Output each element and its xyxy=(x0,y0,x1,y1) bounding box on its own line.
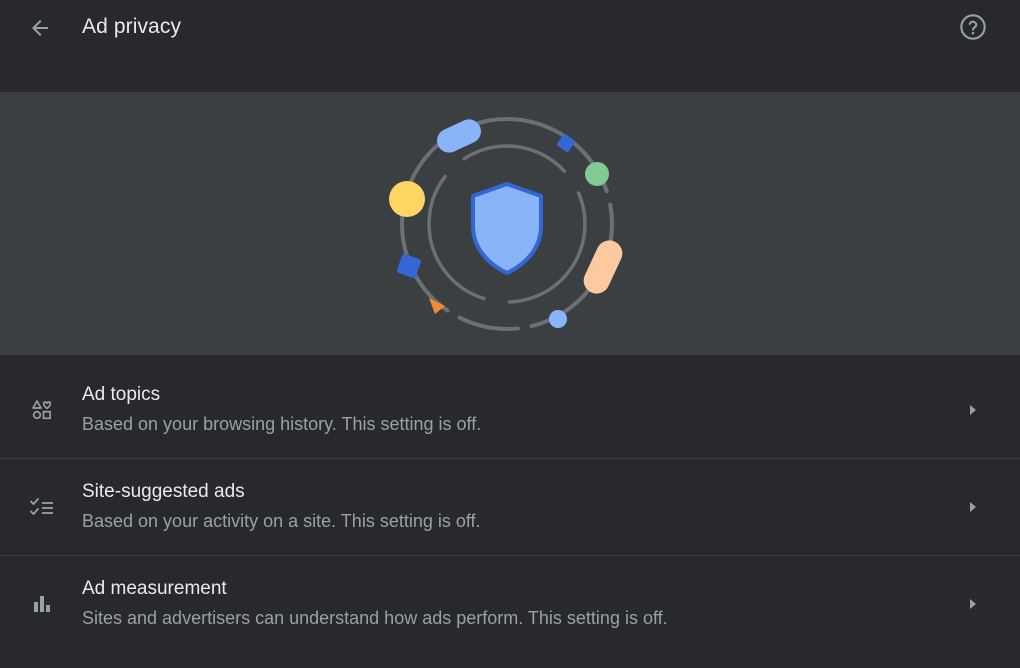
chevron-right-icon xyxy=(970,502,976,512)
blue-square-shape xyxy=(397,254,421,278)
shield-icon xyxy=(471,182,543,275)
ad-topics-icon xyxy=(32,400,52,420)
ad-privacy-settings-list: Ad topics Based on your browsing history… xyxy=(0,362,1020,652)
shield-orbit-illustration xyxy=(389,117,623,331)
ad-topics-title: Ad topics xyxy=(82,384,161,405)
help-button[interactable] xyxy=(954,8,992,46)
green-dot-shape xyxy=(585,162,609,186)
peach-pill-shape xyxy=(583,240,623,294)
blue-square-small-shape xyxy=(557,134,575,152)
back-button[interactable] xyxy=(22,10,58,46)
blue-dot-shape xyxy=(549,310,567,328)
ad-measurement-description: Sites and advertisers can understand how… xyxy=(82,608,668,628)
yellow-dot-shape xyxy=(389,181,425,217)
checklist-icon xyxy=(30,498,53,515)
chevron-right-icon xyxy=(970,599,976,609)
ad-measurement-row[interactable]: Ad measurement Sites and advertisers can… xyxy=(0,556,1020,652)
ad-topics-row[interactable]: Ad topics Based on your browsing history… xyxy=(0,362,1020,459)
site-suggested-ads-description: Based on your activity on a site. This s… xyxy=(82,511,481,531)
ad-privacy-banner xyxy=(0,92,1020,355)
ad-topics-description: Based on your browsing history. This set… xyxy=(82,414,482,434)
ad-privacy-page: Ad privacy Ad topics Based on your brows… xyxy=(0,0,1020,668)
site-suggested-ads-title: Site-suggested ads xyxy=(82,481,245,502)
arrow-back-icon xyxy=(32,20,48,36)
chevron-right-icon xyxy=(970,405,976,415)
page-title: Ad privacy xyxy=(82,15,182,38)
ad-measurement-title: Ad measurement xyxy=(82,578,227,599)
help-circle-icon xyxy=(960,14,986,40)
header: Ad privacy xyxy=(0,0,1020,92)
bar-chart-icon xyxy=(34,596,50,612)
site-suggested-ads-row[interactable]: Site-suggested ads Based on your activit… xyxy=(0,459,1020,556)
